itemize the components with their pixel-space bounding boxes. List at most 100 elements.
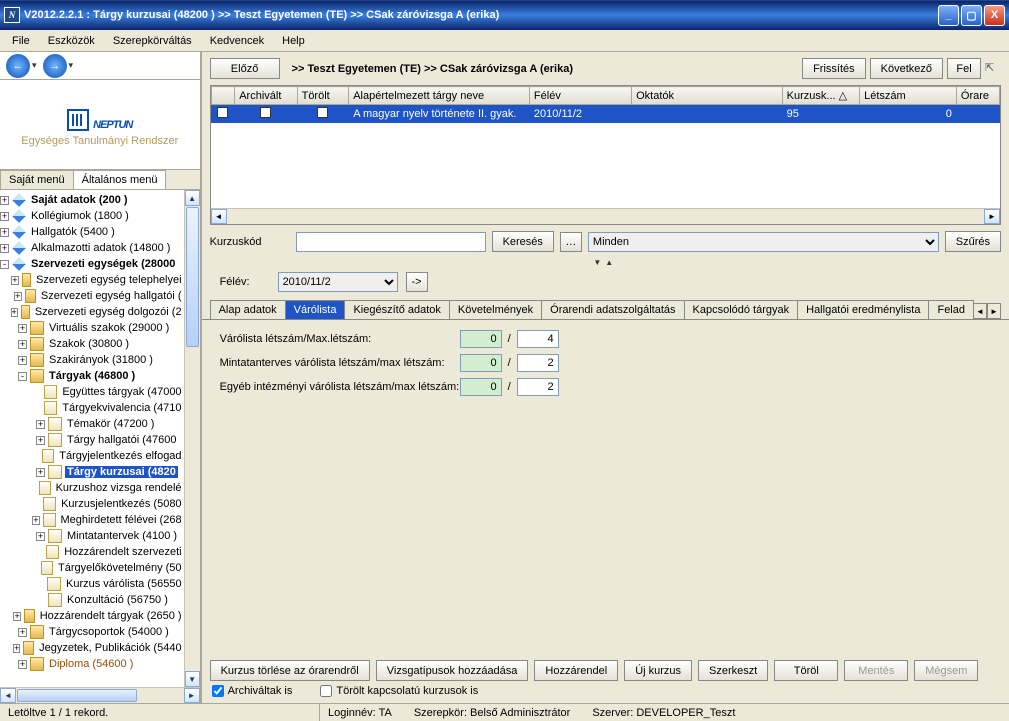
expand-toggle[interactable]: + [36, 532, 45, 541]
col-deleted[interactable]: Törölt [297, 87, 349, 105]
navigation-tree[interactable]: +Saját adatok (200 )+Kollégiumok (1800 )… [0, 190, 184, 687]
up-button[interactable]: Fel [947, 58, 981, 79]
tab-scroll-right[interactable]: ► [987, 303, 1001, 319]
col-headcount[interactable]: Létszám [860, 87, 957, 105]
expand-toggle[interactable]: + [18, 628, 27, 637]
expand-toggle[interactable]: + [18, 324, 27, 333]
tree-node[interactable]: -Tárgyak (46800 ) [0, 368, 184, 384]
scroll-right-button[interactable]: ► [184, 688, 200, 703]
tree-node[interactable]: +Saját adatok (200 ) [0, 192, 184, 208]
expand-toggle[interactable]: + [32, 516, 40, 525]
assign-button[interactable]: Hozzárendel [534, 660, 618, 681]
scroll-up-button[interactable]: ▲ [185, 190, 200, 206]
new-course-button[interactable]: Új kurzus [624, 660, 692, 681]
delete-from-schedule-button[interactable]: Kurzus törlése az órarendről [210, 660, 370, 681]
close-button[interactable]: X [984, 5, 1005, 26]
tab-hallgatoi[interactable]: Hallgatói eredménylista [797, 300, 929, 319]
tab-alap-adatok[interactable]: Alap adatok [210, 300, 286, 319]
scroll-left-button[interactable]: ◄ [0, 688, 16, 703]
tree-node[interactable]: +Kollégiumok (1800 ) [0, 208, 184, 224]
prev-button[interactable]: Előző [210, 58, 280, 79]
expand-toggle[interactable]: + [18, 660, 27, 669]
semester-select[interactable]: 2010/11/2 [278, 272, 398, 292]
row-select-checkbox[interactable] [217, 107, 228, 118]
col-orare[interactable]: Órare [956, 87, 999, 105]
add-exam-types-button[interactable]: Vizsgatípusok hozzáadása [376, 660, 529, 681]
archived-too-checkbox[interactable]: Archiváltak is [212, 685, 293, 697]
tree-node[interactable]: Tárgyelőkövetelmény (50 [0, 560, 184, 576]
col-default-name[interactable]: Alapértelmezett tárgy neve [349, 87, 530, 105]
tree-node[interactable]: +Diploma (54600 ) [0, 656, 184, 672]
tree-node[interactable]: Tárgyekvivalencia (4710 [0, 400, 184, 416]
courses-grid[interactable]: Archivált Törölt Alapértelmezett tárgy n… [210, 85, 1001, 225]
tab-kapcsolodo[interactable]: Kapcsolódó tárgyak [684, 300, 799, 319]
refresh-button[interactable]: Frissítés [802, 58, 866, 79]
expand-toggle[interactable]: + [18, 340, 27, 349]
tree-node[interactable]: +Szervezeti egység telephelyei [0, 272, 184, 288]
tree-node[interactable]: +Tárgy kurzusai (4820 [0, 464, 184, 480]
expand-toggle[interactable]: - [18, 372, 27, 381]
tree-node[interactable]: Hozzárendelt szervezeti [0, 544, 184, 560]
search-button[interactable]: Keresés [492, 231, 554, 252]
table-row[interactable]: A magyar nyelv története II. gyak. 2010/… [211, 105, 999, 123]
col-archived[interactable]: Archivált [235, 87, 297, 105]
menu-roleswitch[interactable]: Szerepkörváltás [105, 33, 200, 49]
grid-scroll-left[interactable]: ◄ [211, 209, 227, 224]
tree-horizontal-scrollbar[interactable]: ◄ ► [0, 687, 200, 703]
tree-node[interactable]: Konzultáció (56750 ) [0, 592, 184, 608]
tree-node[interactable]: Együttes tárgyak (47000 [0, 384, 184, 400]
tree-node[interactable]: +Szakirányok (31800 ) [0, 352, 184, 368]
tree-node[interactable]: +Témakör (47200 ) [0, 416, 184, 432]
hscroll-thumb[interactable] [17, 689, 137, 702]
tab-kovetelmenyek[interactable]: Követelmények [449, 300, 542, 319]
menu-favorites[interactable]: Kedvencek [202, 33, 272, 49]
tree-node[interactable]: Kurzushoz vizsga rendelé [0, 480, 184, 496]
scroll-thumb[interactable] [186, 207, 199, 347]
expand-toggle[interactable]: + [0, 212, 9, 221]
tree-node[interactable]: +Virtuális szakok (29000 ) [0, 320, 184, 336]
expand-toggle[interactable]: + [36, 420, 45, 429]
expand-toggle[interactable]: + [13, 644, 20, 653]
tree-node[interactable]: +Tárgy hallgatói (47600 [0, 432, 184, 448]
expand-toggle[interactable]: + [11, 276, 18, 285]
deleted-relation-checkbox[interactable]: Törölt kapcsolatú kurzusok is [320, 685, 478, 697]
next-button[interactable]: Következő [870, 58, 943, 79]
tree-node[interactable]: +Hallgatók (5400 ) [0, 224, 184, 240]
menu-tools[interactable]: Eszközök [40, 33, 103, 49]
tab-general-menu[interactable]: Általános menü [73, 170, 167, 189]
edit-button[interactable]: Szerkeszt [698, 660, 768, 681]
tree-node[interactable]: +Jegyzetek, Publikációk (5440 [0, 640, 184, 656]
tree-node[interactable]: +Tárgycsoportok (54000 ) [0, 624, 184, 640]
row-archived-checkbox[interactable] [260, 107, 271, 118]
col-coursecode[interactable]: Kurzusk... △ [782, 87, 859, 105]
expand-toggle[interactable]: + [36, 436, 45, 445]
curriculum-waitlist-max[interactable] [517, 354, 559, 372]
tree-node[interactable]: +Meghirdetett félévei (268 [0, 512, 184, 528]
expand-toggle[interactable]: + [0, 244, 9, 253]
forward-dropdown[interactable]: ▾ [69, 60, 74, 71]
scroll-down-button[interactable]: ▼ [185, 671, 200, 687]
tree-node[interactable]: +Alkalmazotti adatok (14800 ) [0, 240, 184, 256]
splitter[interactable]: ▼▲ [202, 256, 1009, 268]
tree-node[interactable]: Kurzus várólista (56550 [0, 576, 184, 592]
menu-file[interactable]: File [4, 33, 38, 49]
tree-vertical-scrollbar[interactable]: ▲ ▼ [184, 190, 200, 687]
delete-button[interactable]: Töröl [774, 660, 838, 681]
tree-node[interactable]: -Szervezeti egységek (28000 [0, 256, 184, 272]
search-options-button[interactable]: … [560, 232, 582, 252]
filter-select[interactable]: Minden [588, 232, 939, 252]
expand-toggle[interactable]: + [36, 468, 45, 477]
tree-node[interactable]: +Hozzárendelt tárgyak (2650 ) [0, 608, 184, 624]
semester-go-button[interactable]: -> [406, 272, 428, 292]
expand-toggle[interactable]: + [11, 308, 18, 317]
tab-scroll-left[interactable]: ◄ [973, 303, 987, 319]
grid-scroll-right[interactable]: ► [984, 209, 1000, 224]
waitlist-max[interactable] [517, 330, 559, 348]
row-deleted-checkbox[interactable] [317, 107, 328, 118]
search-input[interactable] [296, 232, 486, 252]
grid-horizontal-scrollbar[interactable]: ◄ ► [211, 208, 1000, 224]
pin-icon[interactable] [985, 61, 1001, 77]
tab-kiegeszito[interactable]: Kiegészítő adatok [344, 300, 449, 319]
forward-button[interactable]: → [43, 54, 67, 78]
tab-orarendi[interactable]: Órarendi adatszolgáltatás [541, 300, 684, 319]
